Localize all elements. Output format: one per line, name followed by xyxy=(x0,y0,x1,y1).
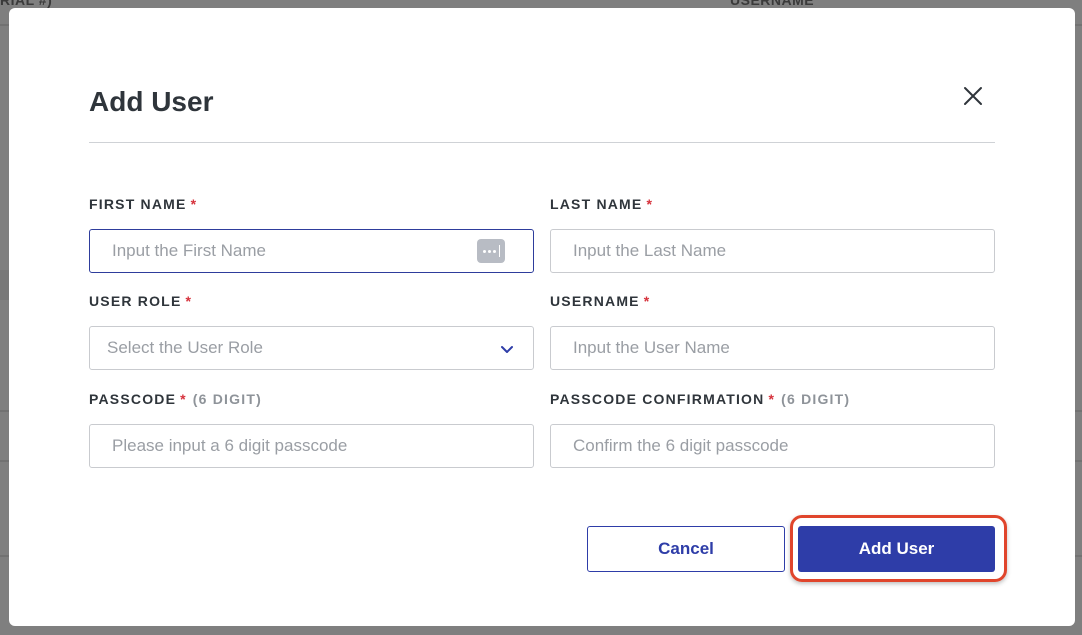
last-name-field: LAST NAME * Input the Last Name xyxy=(550,194,995,273)
passcode-confirmation-field: PASSCODE CONFIRMATION * (6 DIGIT) Confirm … xyxy=(550,389,995,468)
passcode-confirmation-hint: (6 DIGIT) xyxy=(781,391,851,407)
passcode-confirmation-input[interactable]: Confirm the 6 digit passcode xyxy=(550,424,995,468)
password-manager-icon[interactable] xyxy=(477,239,505,263)
username-input[interactable]: Input the User Name xyxy=(550,326,995,370)
passcode-confirmation-label: PASSCODE CONFIRMATION * (6 DIGIT) xyxy=(550,391,851,407)
passcode-label: PASSCODE * (6 DIGIT) xyxy=(89,391,262,407)
first-name-placeholder: Input the First Name xyxy=(112,241,267,260)
username-field: USERNAME * Input the User Name xyxy=(550,291,995,370)
last-name-label: LAST NAME * xyxy=(550,196,654,212)
first-name-label: FIRST NAME * xyxy=(89,196,198,212)
cancel-button[interactable]: Cancel xyxy=(587,526,785,572)
required-marker: * xyxy=(643,293,651,309)
user-role-placeholder: Select the User Role xyxy=(107,338,263,357)
passcode-hint: (6 DIGIT) xyxy=(192,391,262,407)
last-name-input[interactable]: Input the Last Name xyxy=(550,229,995,273)
close-icon xyxy=(964,87,982,105)
passcode-confirmation-placeholder: Confirm the 6 digit passcode xyxy=(573,436,789,455)
chevron-down-icon xyxy=(501,346,513,353)
user-role-field: USER ROLE * Select the User Role xyxy=(89,291,534,370)
first-name-input[interactable]: Input the First Name xyxy=(89,229,534,273)
required-marker: * xyxy=(768,391,776,407)
passcode-input[interactable]: Please input a 6 digit passcode xyxy=(89,424,534,468)
modal-title: Add User xyxy=(89,86,214,117)
background-column-username: USERNAME xyxy=(730,0,815,8)
required-marker: * xyxy=(185,293,193,309)
required-marker: * xyxy=(190,196,198,212)
username-label: USERNAME * xyxy=(550,293,651,309)
add-user-button[interactable]: Add User xyxy=(798,526,995,572)
first-name-field: FIRST NAME * Input the First Name xyxy=(89,194,534,273)
username-placeholder: Input the User Name xyxy=(573,338,730,357)
background-column-serial: RIAL #) xyxy=(0,0,53,8)
close-button[interactable] xyxy=(961,84,985,108)
required-marker: * xyxy=(646,196,654,212)
add-user-modal: Add User FIRST NAME * Input the First Nam… xyxy=(9,8,1075,626)
required-marker: * xyxy=(180,391,187,407)
user-role-label: USER ROLE * xyxy=(89,293,193,309)
passcode-placeholder: Please input a 6 digit passcode xyxy=(112,436,348,455)
header-divider xyxy=(89,142,995,143)
passcode-field: PASSCODE * (6 DIGIT) Please input a 6 digi… xyxy=(89,389,534,468)
last-name-placeholder: Input the Last Name xyxy=(573,241,727,260)
user-role-select[interactable]: Select the User Role xyxy=(89,326,534,370)
